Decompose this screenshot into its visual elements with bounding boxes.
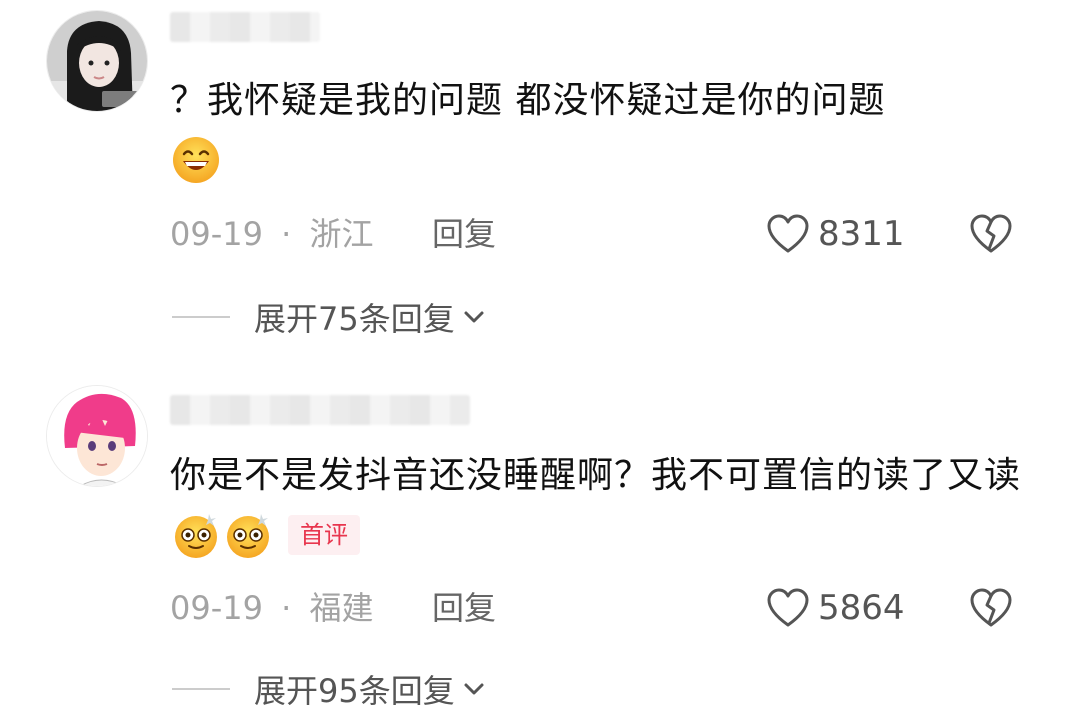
expand-replies[interactable]: 展开95条回复	[172, 666, 487, 712]
comment-body: 你是不是发抖音还没睡醒啊？我不可置信的读了又读	[170, 455, 1022, 496]
reply-button[interactable]: 回复	[432, 585, 496, 631]
comment-body: ？我怀疑是我的问题 都没怀疑过是你的问题	[170, 80, 886, 121]
comment-text: 你是不是发抖音还没睡醒啊？我不可置信的读了又读首评	[170, 447, 1030, 563]
like-count: 8311	[818, 214, 905, 254]
username-blurred[interactable]	[170, 12, 320, 42]
expand-replies-label: 展开75条回复	[254, 300, 455, 338]
dizzy-emoji-icon	[175, 514, 217, 558]
avatar-girl-photo-icon	[47, 11, 147, 111]
comment-date: 09-19	[170, 215, 263, 253]
chevron-down-icon	[464, 683, 484, 695]
heart-icon	[767, 214, 809, 253]
comment-location: 福建	[309, 589, 374, 627]
avatar[interactable]	[46, 10, 148, 112]
dizzy-emoji-icon	[227, 514, 269, 558]
dislike-button[interactable]	[968, 211, 1014, 257]
expand-replies[interactable]: 展开75条回复	[172, 294, 487, 340]
meta-separator: ·	[281, 215, 292, 253]
grin-emoji-icon	[173, 137, 219, 183]
dislike-button[interactable]	[968, 585, 1014, 631]
expand-replies-label: 展开95条回复	[254, 672, 455, 710]
reply-button[interactable]: 回复	[432, 211, 496, 257]
divider-line	[172, 316, 230, 318]
like-button[interactable]: 5864	[766, 585, 905, 631]
avatar-pink-hair-anime-icon	[47, 386, 147, 486]
broken-heart-icon	[970, 214, 1012, 253]
meta-separator: ·	[281, 589, 292, 627]
comment-date: 09-19	[170, 589, 263, 627]
comment-text: ？我怀疑是我的问题 都没怀疑过是你的问题	[170, 72, 1030, 188]
comment-location: 浙江	[309, 215, 374, 253]
avatar[interactable]	[46, 385, 148, 487]
comment-meta: 09-19 · 福建	[170, 585, 374, 631]
broken-heart-icon	[970, 588, 1012, 627]
first-comment-badge: 首评	[288, 515, 360, 555]
username-blurred[interactable]	[170, 395, 470, 425]
chevron-down-icon	[464, 311, 484, 323]
like-button[interactable]: 8311	[766, 211, 905, 257]
comment-meta: 09-19 · 浙江	[170, 211, 374, 257]
like-count: 5864	[818, 588, 905, 628]
heart-icon	[767, 588, 809, 627]
divider-line	[172, 688, 230, 690]
